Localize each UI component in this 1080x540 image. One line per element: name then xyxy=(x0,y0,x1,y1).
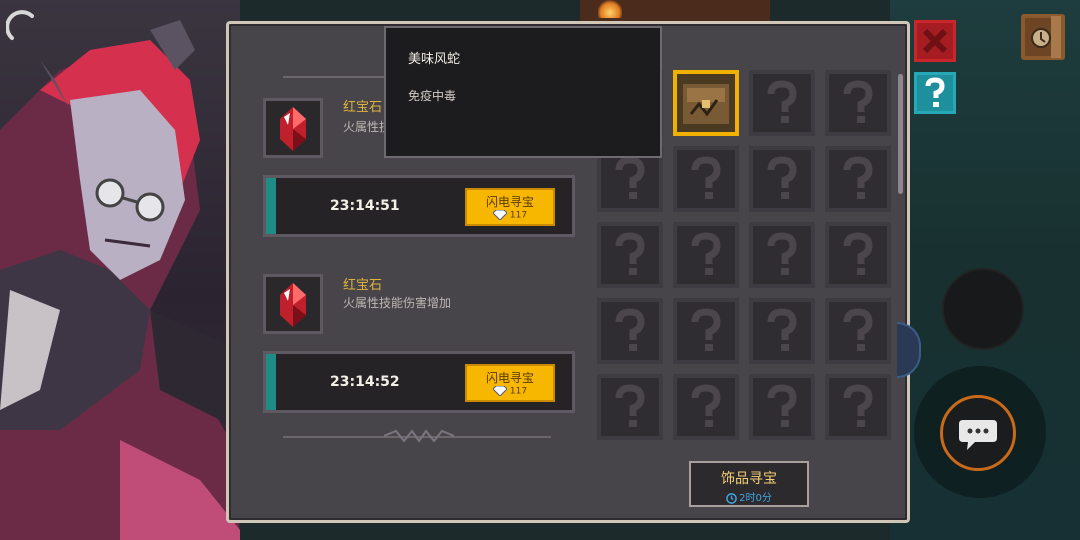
ruby-gem-icon xyxy=(280,107,306,151)
button-label: 闪电寻宝 xyxy=(485,195,534,209)
accessory-slot[interactable] xyxy=(749,298,815,364)
question-mark-icon xyxy=(843,80,873,123)
accessory-slot[interactable] xyxy=(673,222,739,288)
accessory-treasure-button[interactable]: 饰品寻宝 2时0分 xyxy=(689,461,809,507)
question-mark-icon xyxy=(615,384,645,427)
question-mark-icon xyxy=(767,308,797,351)
cost-value: 117 xyxy=(509,210,528,221)
question-mark-icon xyxy=(691,232,721,275)
cost-row: 117 xyxy=(467,210,553,221)
cost-row: 117 xyxy=(467,386,553,397)
diamond-icon xyxy=(492,386,507,396)
torch-icon xyxy=(598,0,622,18)
accessory-slot[interactable] xyxy=(825,374,891,440)
timer-accent xyxy=(266,354,276,410)
close-icon[interactable] xyxy=(914,20,956,62)
diamond-icon xyxy=(492,210,507,220)
lightning-treasure-button[interactable]: 闪电寻宝 117 xyxy=(465,364,555,402)
button-label: 闪电寻宝 xyxy=(485,371,534,385)
item-name: 红宝石 xyxy=(343,100,383,115)
chest-icon xyxy=(683,84,729,124)
accessory-slot[interactable] xyxy=(597,222,663,288)
countdown-timer: 23:14:52 xyxy=(330,374,400,390)
lightning-treasure-button[interactable]: 闪电寻宝 117 xyxy=(465,188,555,226)
joystick-button[interactable] xyxy=(942,268,1024,350)
accessory-slot[interactable] xyxy=(597,298,663,364)
countdown-timer: 23:14:51 xyxy=(330,198,400,214)
timer-accent xyxy=(266,178,276,234)
question-mark-icon xyxy=(843,232,873,275)
question-mark-icon xyxy=(843,308,873,351)
treasure-panel: 红宝石 火属性技能伤害增加 23:14:51 闪电寻宝 117 xyxy=(226,21,910,523)
accessory-slot[interactable] xyxy=(673,374,739,440)
question-mark-icon xyxy=(843,156,873,199)
clock-icon xyxy=(726,492,737,504)
question-mark-icon xyxy=(615,156,645,199)
treasure-timer-box: 23:14:52 闪电寻宝 117 xyxy=(263,351,575,413)
ruby-gem-icon xyxy=(280,283,306,327)
accessory-slot[interactable] xyxy=(825,70,891,136)
accessory-slot[interactable] xyxy=(749,70,815,136)
question-mark-icon xyxy=(691,384,721,427)
accessory-slot[interactable] xyxy=(597,374,663,440)
question-mark-icon xyxy=(767,384,797,427)
treasure-time-value: 2时0分 xyxy=(739,493,772,504)
accessory-slot[interactable] xyxy=(749,374,815,440)
accessory-slot[interactable] xyxy=(825,146,891,212)
item-desc: 火属性技能伤害增加 xyxy=(343,296,452,310)
accessory-slot[interactable] xyxy=(749,146,815,212)
scrollbar[interactable] xyxy=(898,74,903,194)
chat-button[interactable] xyxy=(940,395,1016,471)
item-name: 红宝石 xyxy=(343,278,383,293)
accessory-slot[interactable] xyxy=(825,222,891,288)
accessory-slot[interactable] xyxy=(673,298,739,364)
question-mark-icon xyxy=(691,308,721,351)
accessory-slot[interactable] xyxy=(673,146,739,212)
question-mark-icon xyxy=(615,232,645,275)
ornament-icon xyxy=(384,429,454,443)
tooltip-subtitle: 免疫中毒 xyxy=(408,89,457,103)
treasure-timer: 2时0分 xyxy=(691,489,807,504)
question-mark-icon xyxy=(767,80,797,123)
item-icon-frame xyxy=(263,274,323,334)
chat-icon xyxy=(959,420,997,450)
accessory-slot[interactable] xyxy=(825,298,891,364)
question-mark-icon xyxy=(767,156,797,199)
tooltip-title: 美味风蛇 xyxy=(408,52,461,67)
question-mark-icon xyxy=(767,232,797,275)
accessory-slot[interactable] xyxy=(749,222,815,288)
accessory-slot[interactable] xyxy=(673,70,739,136)
item-icon-frame xyxy=(263,98,323,158)
loading-icon xyxy=(6,10,34,40)
cost-value: 117 xyxy=(509,386,528,397)
item-tooltip: 美味风蛇 免疫中毒 xyxy=(384,26,662,158)
question-mark-icon xyxy=(615,308,645,351)
treasure-label: 饰品寻宝 xyxy=(721,471,777,487)
help-icon[interactable] xyxy=(914,72,956,114)
question-mark-icon xyxy=(691,156,721,199)
book-icon[interactable] xyxy=(1019,12,1067,62)
question-mark-icon xyxy=(843,384,873,427)
character-portrait xyxy=(0,20,240,540)
treasure-timer-box: 23:14:51 闪电寻宝 117 xyxy=(263,175,575,237)
